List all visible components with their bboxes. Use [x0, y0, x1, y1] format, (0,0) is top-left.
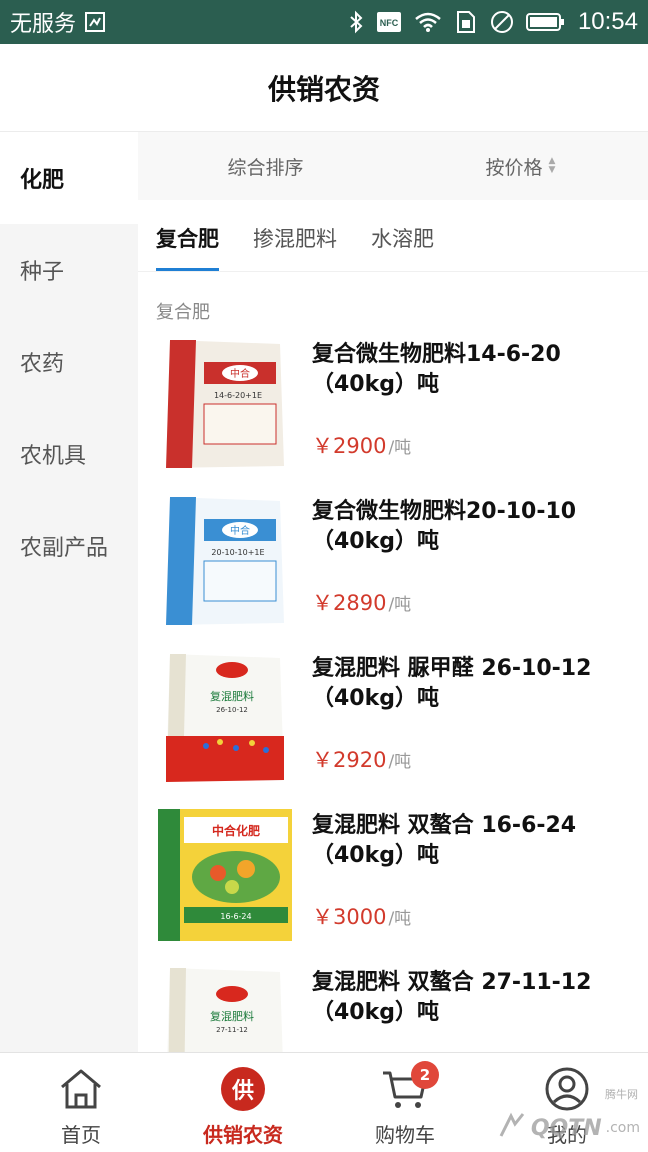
sidebar-item-machinery[interactable]: 农机具: [0, 408, 138, 500]
sidebar-item-pesticide[interactable]: 农药: [0, 316, 138, 408]
product-price: ￥2890: [312, 591, 387, 615]
product-panel: 综合排序 按价格 ▲ ▼ 复合肥 掺混肥料 水溶肥 复合肥 中合 14-6-20+…: [138, 132, 648, 1052]
nav-supply[interactable]: 供 供销农资: [162, 1053, 324, 1152]
subcategory-tabs: 复合肥 掺混肥料 水溶肥: [138, 200, 648, 272]
sort-price-button[interactable]: 按价格 ▲ ▼: [393, 153, 648, 180]
do-not-disturb-icon: [490, 10, 514, 34]
nav-home-label: 首页: [61, 1123, 101, 1147]
product-unit: /吨: [388, 752, 412, 772]
sidebar-item-label: 农药: [20, 352, 65, 377]
watermark-small: 腾牛网: [605, 1088, 638, 1101]
carrier-label: 无服务: [10, 12, 77, 37]
cart-count-badge: 2: [411, 1061, 439, 1089]
sidebar-item-label: 种子: [20, 260, 65, 285]
home-icon: [57, 1065, 105, 1113]
product-name: 复混肥料 双螯合 16-6-24（40kg）吨: [312, 813, 577, 868]
product-image: 中合 20-10-10+1E: [156, 493, 294, 629]
page-title: 供销农资: [267, 72, 380, 106]
user-icon: [543, 1065, 591, 1113]
product-list: 中合 14-6-20+1E 复合微生物肥料14-6-20（40kg）吨 ￥290…: [138, 336, 648, 1052]
svg-text:中合: 中合: [230, 367, 250, 380]
sort-default-button[interactable]: 综合排序: [138, 153, 393, 180]
sort-bar: 综合排序 按价格 ▲ ▼: [138, 132, 648, 200]
watermark-text: QQTN: [530, 1115, 602, 1141]
svg-text:中合化肥: 中合化肥: [212, 823, 260, 838]
section-label: 复合肥: [156, 302, 210, 323]
tab-water-soluble-fertilizer[interactable]: 水溶肥: [371, 223, 434, 271]
tab-compound-fertilizer[interactable]: 复合肥: [156, 223, 219, 271]
product-name: 复混肥料 脲甲醛 26-10-12（40kg）吨: [312, 656, 592, 711]
nav-cart[interactable]: 2 购物车: [324, 1053, 486, 1152]
product-item[interactable]: 中合 20-10-10+1E 复合微生物肥料20-10-10（40kg）吨 ￥2…: [138, 493, 648, 650]
watermark-logo-icon: [497, 1110, 527, 1146]
product-name: 复合微生物肥料14-6-20（40kg）吨: [312, 342, 561, 397]
clock: 10:54: [577, 8, 638, 35]
product-name: 复合微生物肥料20-10-10（40kg）吨: [312, 499, 577, 554]
product-price: ￥3000: [312, 905, 387, 929]
status-bar: 无服务 NFC 10:54: [0, 0, 648, 44]
product-name: 复混肥料 双螯合 27-11-12（40kg）吨: [312, 970, 592, 1025]
svg-text:复混肥料: 复混肥料: [210, 689, 254, 703]
product-price: ￥2900: [312, 434, 387, 458]
svg-text:16-6-24: 16-6-24: [220, 912, 251, 921]
bottom-navigation: 首页 供 供销农资 2 购物车 我的 腾牛网 QQTN .com: [0, 1052, 648, 1152]
watermark: QQTN .com: [497, 1110, 640, 1146]
product-unit: /吨: [388, 438, 412, 458]
sidebar-item-label: 农副产品: [20, 536, 109, 561]
sort-default-label: 综合排序: [227, 156, 304, 179]
bluetooth-icon: [348, 10, 364, 34]
nav-cart-label: 购物车: [375, 1123, 435, 1147]
product-unit: /吨: [388, 595, 412, 615]
app-header: 供销农资: [0, 44, 648, 132]
tab-blended-fertilizer[interactable]: 掺混肥料: [253, 223, 337, 271]
product-image: 复混肥料 26-10-12: [156, 650, 294, 786]
product-image: 中合 14-6-20+1E: [156, 336, 294, 472]
nav-home[interactable]: 首页: [0, 1053, 162, 1152]
sim-icon: [84, 11, 106, 33]
sidebar-item-label: 农机具: [20, 444, 87, 469]
sidebar-item-seeds[interactable]: 种子: [0, 224, 138, 316]
product-image: 中合化肥 16-6-24: [156, 807, 294, 943]
nav-supply-label: 供销农资: [203, 1123, 283, 1147]
product-image: 复混肥料 27-11-12: [156, 964, 294, 1052]
sim-card-icon: [454, 10, 478, 34]
category-sidebar: 化肥 种子 农药 农机具 农副产品: [0, 132, 138, 1052]
svg-text:27-11-12: 27-11-12: [216, 1026, 248, 1034]
product-item[interactable]: 中合 14-6-20+1E 复合微生物肥料14-6-20（40kg）吨 ￥290…: [138, 336, 648, 493]
product-item[interactable]: 中合化肥 16-6-24 复混肥料 双螯合 16-6-24（40kg）吨 ￥30…: [138, 807, 648, 964]
svg-text:复混肥料: 复混肥料: [210, 1009, 254, 1023]
nfc-icon: NFC: [376, 11, 402, 33]
sort-arrows-icon: ▲ ▼: [548, 156, 556, 175]
sidebar-item-produce[interactable]: 农副产品: [0, 500, 138, 592]
battery-icon: [525, 11, 566, 33]
svg-text:20-10-10+1E: 20-10-10+1E: [211, 548, 264, 557]
cart-icon: 2: [381, 1061, 439, 1113]
gong-icon: 供: [219, 1065, 267, 1113]
gong-badge: 供: [221, 1067, 265, 1111]
sort-price-label: 按价格: [485, 156, 543, 179]
svg-text:26-10-12: 26-10-12: [216, 706, 248, 714]
product-unit: /吨: [388, 909, 412, 929]
svg-text:中合: 中合: [230, 524, 250, 537]
sidebar-item-fertilizer[interactable]: 化肥: [0, 132, 138, 224]
svg-text:NFC: NFC: [380, 18, 399, 28]
sidebar-item-label: 化肥: [20, 168, 65, 193]
product-price: ￥2920: [312, 748, 387, 772]
product-item[interactable]: 复混肥料 26-10-12 复混肥料 脲甲醛 26-10-12（40kg）吨 ￥…: [138, 650, 648, 807]
product-item[interactable]: 复混肥料 27-11-12 复混肥料 双螯合 27-11-12（40kg）吨: [138, 964, 648, 1052]
svg-text:14-6-20+1E: 14-6-20+1E: [214, 391, 262, 400]
wifi-icon: [414, 11, 442, 33]
watermark-domain: .com: [605, 1120, 640, 1136]
